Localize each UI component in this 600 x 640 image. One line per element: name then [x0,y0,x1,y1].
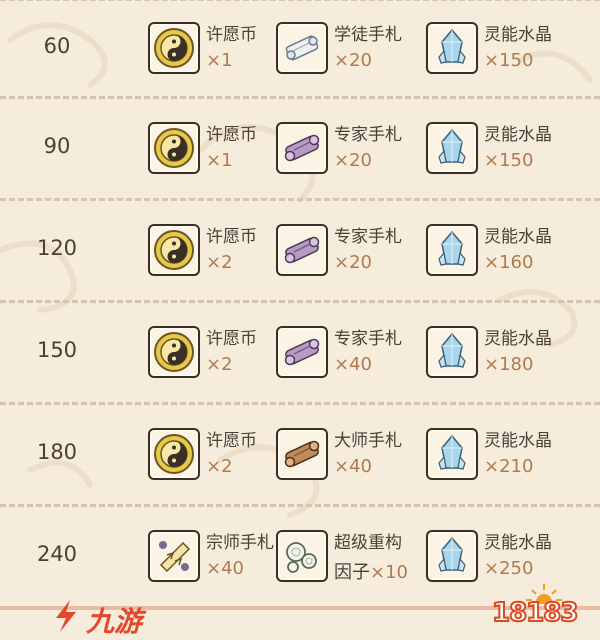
coin-icon [148,122,200,174]
reward-quantity: ×160 [484,252,534,273]
reward-quantity: ×2 [206,456,233,477]
crystal-icon [426,22,478,74]
reward-tier-row: 90 许愿币 ×1 专家手札 ×20 灵能水晶 ×150 [0,100,600,202]
reward-name: 灵能水晶 [484,125,552,145]
18183-logo-text: 18183 [491,597,579,629]
reward-name: 大师手札 [334,431,402,451]
reward-quantity: ×1 [206,50,233,71]
reward-tier-row: 180 许愿币 ×2 大师手札 ×40 灵能水晶 ×210 [0,406,600,508]
reward-name: 许愿币 [206,431,257,451]
reward-name-continued: 因子 [334,562,370,583]
reward-quantity: ×40 [206,558,244,579]
reward-name: 许愿币 [206,125,257,145]
reward-name: 灵能水晶 [484,329,552,349]
reward-name: 许愿币 [206,25,257,45]
reward-name: 专家手札 [334,329,402,349]
reward-quantity: ×10 [370,562,408,583]
refactor-factor-icon [276,530,328,582]
reward-name: 超级重构 [334,533,402,553]
tier-level-number: 180 [36,440,78,464]
reward-quantity: ×150 [484,50,534,71]
row-divider [0,300,600,303]
row-divider [0,0,600,1]
tier-level-number: 150 [36,338,78,362]
reward-name: 许愿币 [206,227,257,247]
reward-tier-row: 120 许愿币 ×2 专家手札 ×20 灵能水晶 ×160 [0,202,600,304]
row-divider [0,96,600,99]
reward-name: 灵能水晶 [484,431,552,451]
crystal-icon [426,326,478,378]
reward-quantity: ×2 [206,354,233,375]
reward-name: 学徒手札 [334,25,402,45]
18183-watermark-logo: 18183 [488,582,588,634]
reward-quantity: ×20 [334,252,372,273]
master-scroll-icon [276,428,328,480]
row-divider [0,402,600,405]
reward-name: 专家手札 [334,125,402,145]
tier-level-number: 90 [43,134,71,158]
reward-quantity: ×40 [334,354,372,375]
jiuyou-logo-text: 九游 [86,605,143,638]
crystal-icon [426,224,478,276]
expert-scroll-icon [276,326,328,378]
expert-scroll-icon [276,122,328,174]
grandmaster-scroll-icon [148,530,200,582]
tier-level-number: 120 [36,236,78,260]
reward-quantity: ×210 [484,456,534,477]
row-divider [0,198,600,201]
coin-icon [148,224,200,276]
crystal-icon [426,122,478,174]
coin-icon [148,326,200,378]
reward-quantity: ×2 [206,252,233,273]
reward-quantity: ×1 [206,150,233,171]
row-divider [0,504,600,507]
reward-tier-row: 150 许愿币 ×2 专家手札 ×40 灵能水晶 ×180 [0,304,600,406]
reward-quantity: ×180 [484,354,534,375]
reward-tier-row: 60 许愿币 ×1 学徒手札 ×20 灵能水晶 ×150 [0,0,600,102]
reward-name: 专家手札 [334,227,402,247]
crystal-icon [426,530,478,582]
reward-name: 灵能水晶 [484,227,552,247]
expert-scroll-icon [276,224,328,276]
reward-quantity: ×150 [484,150,534,171]
apprentice-scroll-icon [276,22,328,74]
reward-quantity: ×40 [334,456,372,477]
coin-icon [148,22,200,74]
reward-name: 宗师手札 [206,533,274,553]
tier-level-number: 240 [36,542,78,566]
reward-quantity: ×250 [484,558,534,579]
coin-icon [148,428,200,480]
reward-name: 灵能水晶 [484,25,552,45]
jiuyou-logo-icon [56,600,76,632]
crystal-icon [426,428,478,480]
reward-quantity: ×20 [334,50,372,71]
reward-name: 许愿币 [206,329,257,349]
tier-level-number: 60 [43,34,71,58]
reward-name: 灵能水晶 [484,533,552,553]
reward-name-line2: 因子×10 [334,558,408,584]
reward-quantity: ×20 [334,150,372,171]
